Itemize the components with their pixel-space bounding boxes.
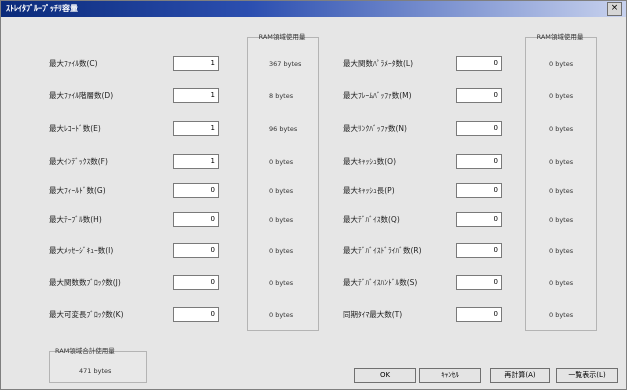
field-input[interactable]: 0 (173, 183, 219, 198)
usage-value: 0 bytes (549, 279, 574, 287)
usage-value: 0 bytes (549, 247, 574, 255)
field-input[interactable]: 0 (173, 243, 219, 258)
field-label: 最大関数ﾊﾟﾗﾒｰﾀ数(L) (343, 59, 414, 68)
field-input[interactable]: 0 (456, 56, 502, 71)
dialog-window: ｽﾄﾚｲﾀﾌﾞﾙｰﾌﾟｯﾁﾘ容量 × RAM領域使用量 RAM領域使用量 最大ﾌ… (0, 0, 627, 390)
usage-value: 0 bytes (269, 216, 294, 224)
field-label: 同期ﾀｲﾏ最大数(T) (343, 310, 403, 319)
total-usage-value: 471 bytes (79, 367, 112, 375)
field-label: 最大ｷｬｯｼｭ長(P) (343, 186, 395, 195)
right-usage-header: RAM領域使用量 (536, 33, 584, 41)
field-input[interactable]: 0 (456, 275, 502, 290)
total-usage-title: RAM領域合計使用量 (55, 347, 115, 355)
field-label: 最大ﾚｺｰﾄﾞ数(E) (49, 124, 101, 133)
cancel-button[interactable]: ｷｬﾝｾﾙ (419, 368, 481, 383)
field-label: 最大ﾌﾚｰﾑﾊﾞｯﾌｧ数(M) (343, 91, 412, 100)
field-input[interactable]: 0 (456, 212, 502, 227)
window-title: ｽﾄﾚｲﾀﾌﾞﾙｰﾌﾟｯﾁﾘ容量 (6, 4, 78, 13)
close-button[interactable]: × (607, 2, 622, 16)
usage-value: 0 bytes (269, 158, 294, 166)
apply-all-button[interactable]: 一覧表示(L) (556, 368, 618, 383)
usage-value: 0 bytes (269, 187, 294, 195)
field-label: 最大ﾌｧｲﾙ数(C) (49, 59, 98, 68)
field-label: 最大ﾌｨｰﾙﾄﾞ数(G) (49, 186, 106, 195)
ok-button[interactable]: OK (354, 368, 416, 383)
usage-value: 0 bytes (269, 279, 294, 287)
field-label: 最大可変長ﾌﾞﾛｯｸ数(K) (49, 310, 124, 319)
usage-value: 0 bytes (549, 158, 574, 166)
field-input[interactable]: 0 (456, 183, 502, 198)
usage-value: 0 bytes (549, 125, 574, 133)
usage-value: 0 bytes (269, 311, 294, 319)
field-input[interactable]: 0 (173, 212, 219, 227)
field-label: 最大ﾘﾝｸﾊﾞｯﾌｧ数(N) (343, 124, 407, 133)
field-input[interactable]: 0 (456, 154, 502, 169)
field-input[interactable]: 0 (173, 307, 219, 322)
field-input[interactable]: 1 (173, 154, 219, 169)
field-label: 最大関数数ﾌﾞﾛｯｸ数(J) (49, 278, 121, 287)
usage-value: 96 bytes (269, 125, 298, 133)
title-bar: ｽﾄﾚｲﾀﾌﾞﾙｰﾌﾟｯﾁﾘ容量 × (1, 1, 626, 17)
usage-value: 0 bytes (549, 60, 574, 68)
field-label: 最大ｲﾝﾃﾞｯｸｽ数(F) (49, 157, 108, 166)
usage-value: 8 bytes (269, 92, 294, 100)
field-input[interactable]: 0 (456, 243, 502, 258)
field-input[interactable]: 1 (173, 88, 219, 103)
field-label: 最大ﾌｧｲﾙ階層数(D) (49, 91, 114, 100)
field-label: 最大ﾃﾞﾊﾞｲｽﾄﾞﾗｲﾊﾞ数(R) (343, 246, 422, 255)
usage-value: 0 bytes (549, 92, 574, 100)
field-label: 最大ﾃﾞﾊﾞｲｽﾊﾝﾄﾞﾙ数(S) (343, 278, 418, 287)
usage-value: 0 bytes (269, 247, 294, 255)
field-label: 最大ｷｬｯｼｭ数(O) (343, 157, 397, 166)
usage-value: 0 bytes (549, 187, 574, 195)
field-input[interactable]: 1 (173, 56, 219, 71)
field-input[interactable]: 0 (456, 88, 502, 103)
usage-value: 367 bytes (269, 60, 302, 68)
field-input[interactable]: 1 (173, 121, 219, 136)
usage-value: 0 bytes (549, 311, 574, 319)
field-input[interactable]: 0 (456, 307, 502, 322)
field-input[interactable]: 0 (173, 275, 219, 290)
usage-value: 0 bytes (549, 216, 574, 224)
field-input[interactable]: 0 (456, 121, 502, 136)
field-label: 最大ﾃﾞﾊﾞｲｽ数(Q) (343, 215, 400, 224)
left-usage-header: RAM領域使用量 (258, 33, 306, 41)
field-label: 最大ﾃｰﾌﾞﾙ数(H) (49, 215, 102, 224)
field-label: 最大ﾒｯｾｰｼﾞｷｭｰ数(I) (49, 246, 114, 255)
recalc-button[interactable]: 再計算(A) (490, 368, 550, 383)
